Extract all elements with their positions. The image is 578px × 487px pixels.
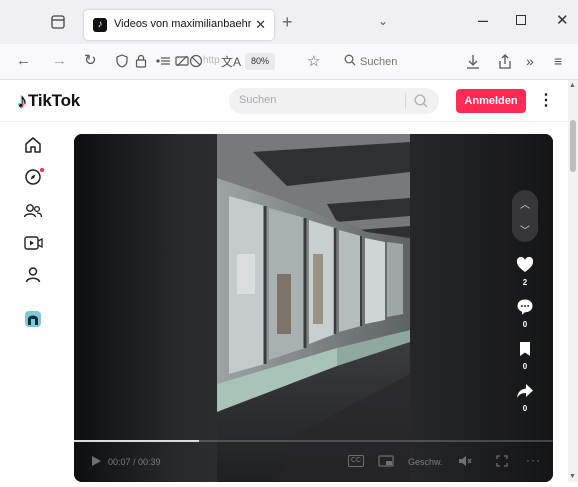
compass-icon[interactable] <box>22 166 44 188</box>
picture-in-picture-icon[interactable] <box>378 455 394 467</box>
download-icon[interactable] <box>466 54 480 70</box>
page-scrollbar[interactable]: ▲ ▼ <box>568 80 578 482</box>
tab-overflow-chevron-icon[interactable]: ⌄ <box>378 14 388 28</box>
zoom-level-badge[interactable]: 80% <box>245 53 275 70</box>
video-time: 00:07 / 00:39 <box>108 457 161 467</box>
window-minimize-button[interactable]: – <box>478 10 488 31</box>
blocked-autoplay-icon[interactable] <box>175 54 189 68</box>
tiktok-sidebar <box>0 122 66 482</box>
live-icon[interactable] <box>22 232 44 254</box>
url-bar[interactable]: http 文A 80% ☆ <box>111 49 325 75</box>
save-count: 0 <box>522 362 528 371</box>
url-text[interactable]: http <box>203 55 220 66</box>
search-icon <box>344 54 356 66</box>
video-actions: ︿ ﹀ 2 0 0 0 <box>510 190 542 430</box>
search-divider <box>405 93 406 109</box>
video-nav-pill: ︿ ﹀ <box>512 190 538 242</box>
bookmark-icon[interactable] <box>516 340 534 358</box>
shield-icon[interactable] <box>115 54 129 68</box>
back-button[interactable]: ← <box>16 52 31 70</box>
video-more-icon[interactable]: ··· <box>526 453 541 467</box>
captions-icon[interactable]: CC <box>348 455 364 467</box>
new-tab-button[interactable]: + <box>282 12 293 33</box>
tiktok-search-placeholder: Suchen <box>239 94 277 106</box>
scroll-up-arrow-icon[interactable]: ▲ <box>569 82 576 89</box>
tiktok-search-input[interactable]: Suchen <box>229 88 439 114</box>
tiktok-wordmark: TikTok <box>28 91 81 110</box>
reload-button[interactable]: ↻ <box>84 52 97 70</box>
video-player[interactable]: ︿ ﹀ 2 0 0 0 00:07 / 00:39 CC Geschw. ··· <box>74 134 553 482</box>
video-blur-left <box>74 134 217 482</box>
comment-count: 0 <box>522 320 528 329</box>
hamburger-menu-icon[interactable]: ≡ <box>554 52 562 70</box>
video-frame <box>217 134 410 482</box>
video-progress-bar[interactable] <box>74 440 553 442</box>
tiktok-logo[interactable]: ♪ TikTok <box>17 90 80 112</box>
heart-icon[interactable] <box>516 256 534 274</box>
playback-speed-button[interactable]: Geschw. <box>408 457 443 467</box>
mic-blocked-icon[interactable] <box>189 54 203 68</box>
avatar-icon[interactable] <box>22 308 44 330</box>
share-icon[interactable] <box>498 53 512 70</box>
bookmark-star-icon[interactable]: ☆ <box>307 52 320 70</box>
users-icon[interactable] <box>22 200 44 222</box>
tab-list-icon[interactable] <box>50 14 66 30</box>
window-close-button[interactable]: ✕ <box>556 11 569 29</box>
user-icon[interactable] <box>22 264 44 286</box>
overflow-menu-icon[interactable]: » <box>526 52 534 70</box>
video-controls: 00:07 / 00:39 CC Geschw. ··· <box>74 450 553 474</box>
tiktok-header: ♪ TikTok Suchen Anmelden ⋮ <box>0 80 568 122</box>
browser-nav-bar: ← → ↻ http 文A 80% ☆ Suchen » ≡ <box>0 44 578 80</box>
translate-icon[interactable]: 文A <box>221 53 241 70</box>
window-maximize-button[interactable] <box>516 15 526 25</box>
browser-tab-bar: ♪ Videos von maximilianbaehring ✕ + ⌄ – … <box>0 0 578 44</box>
permissions-icon[interactable] <box>155 55 171 67</box>
tab-close-icon[interactable]: ✕ <box>255 17 266 33</box>
share-arrow-icon[interactable] <box>516 382 534 400</box>
video-progress-fill <box>74 440 199 442</box>
search-icon[interactable] <box>413 93 429 109</box>
previous-video-icon[interactable]: ︿ <box>520 196 530 211</box>
forward-button[interactable]: → <box>52 52 67 70</box>
more-options-icon[interactable]: ⋮ <box>538 90 554 110</box>
like-count: 2 <box>522 278 528 287</box>
login-button[interactable]: Anmelden <box>456 89 526 113</box>
volume-icon[interactable] <box>458 455 472 467</box>
scrollbar-thumb[interactable] <box>570 120 576 172</box>
browser-search-placeholder: Suchen <box>360 56 398 68</box>
tiktok-note-icon: ♪ <box>17 89 27 112</box>
lock-icon[interactable] <box>135 54 147 68</box>
tab-title: Videos von maximilianbaehring <box>114 18 252 30</box>
share-count: 0 <box>522 404 528 413</box>
home-icon[interactable] <box>22 134 44 156</box>
fullscreen-icon[interactable] <box>496 455 508 467</box>
play-icon[interactable] <box>90 455 102 467</box>
scroll-down-arrow-icon[interactable]: ▼ <box>569 473 576 480</box>
browser-search-bar[interactable]: Suchen <box>334 49 452 75</box>
next-video-icon[interactable]: ﹀ <box>520 222 530 237</box>
browser-tab[interactable]: ♪ Videos von maximilianbaehring ✕ <box>84 10 274 40</box>
tiktok-favicon-icon: ♪ <box>93 18 107 32</box>
comment-icon[interactable] <box>516 298 534 316</box>
